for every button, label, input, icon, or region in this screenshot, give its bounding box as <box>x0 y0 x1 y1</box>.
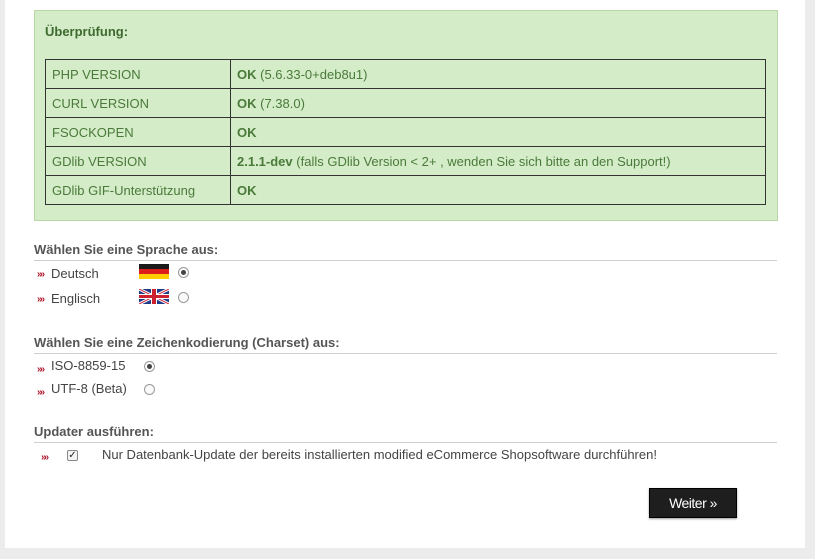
next-button[interactable]: Weiter » <box>649 488 737 518</box>
language-section-title: Wählen Sie eine Sprache aus: <box>34 242 777 261</box>
requirement-label: PHP VERSION <box>45 59 231 89</box>
german-flag-icon <box>139 264 169 279</box>
bullet-icon: »» <box>37 294 45 305</box>
charset-radio-iso[interactable] <box>144 361 155 372</box>
requirement-detail: (5.6.33-0+deb8u1) <box>260 66 368 82</box>
requirement-value: OK <box>230 117 766 147</box>
table-row: PHP VERSION OK (5.6.33-0+deb8u1) <box>45 59 766 89</box>
requirement-label: GDlib GIF-Unterstützung <box>45 175 231 205</box>
requirement-status: OK <box>237 124 257 140</box>
charset-option-label: UTF-8 (Beta) <box>51 381 127 396</box>
requirements-title: Überprüfung: <box>45 24 129 39</box>
db-update-label: Nur Datenbank-Update der bereits install… <box>102 447 657 462</box>
table-row: GDlib GIF-Unterstützung OK <box>45 175 766 205</box>
table-row: FSOCKOPEN OK <box>45 117 766 147</box>
requirement-status: OK <box>237 66 257 82</box>
requirements-table: PHP VERSION OK (5.6.33-0+deb8u1) CURL VE… <box>45 59 766 205</box>
charset-section-title: Wählen Sie eine Zeichenkodierung (Charse… <box>34 335 777 354</box>
table-row: GDlib VERSION 2.1.1-dev (falls GDlib Ver… <box>45 146 766 176</box>
requirement-label: FSOCKOPEN <box>45 117 231 147</box>
updater-section-title: Updater ausführen: <box>34 424 777 443</box>
requirement-value: OK (5.6.33-0+deb8u1) <box>230 59 766 89</box>
charset-option-label: ISO-8859-15 <box>51 358 126 373</box>
db-update-checkbox[interactable]: ✓ <box>67 450 78 461</box>
requirements-check-box: Überprüfung: PHP VERSION OK (5.6.33-0+de… <box>34 10 778 221</box>
requirement-value: OK <box>230 175 766 205</box>
requirement-status: 2.1.1-dev <box>237 153 293 169</box>
table-row: CURL VERSION OK (7.38.0) <box>45 88 766 118</box>
language-option-label: Deutsch <box>51 266 99 281</box>
language-radio-deutsch[interactable] <box>178 267 189 278</box>
requirement-detail: (falls GDlib Version < 2+ , wenden Sie s… <box>296 153 671 169</box>
language-option-label: Englisch <box>51 291 101 306</box>
requirement-detail: (7.38.0) <box>260 95 305 111</box>
requirement-status: OK <box>237 182 257 198</box>
requirement-value: OK (7.38.0) <box>230 88 766 118</box>
requirement-label: CURL VERSION <box>45 88 231 118</box>
bullet-icon: »» <box>37 269 45 280</box>
bullet-icon: »» <box>37 387 45 398</box>
charset-radio-utf8[interactable] <box>144 384 155 395</box>
requirement-label: GDlib VERSION <box>45 146 231 176</box>
language-radio-englisch[interactable] <box>178 292 189 303</box>
requirement-value: 2.1.1-dev (falls GDlib Version < 2+ , we… <box>230 146 766 176</box>
bullet-icon: »» <box>41 452 49 463</box>
installer-panel: Überprüfung: PHP VERSION OK (5.6.33-0+de… <box>5 0 805 548</box>
requirement-status: OK <box>237 95 257 111</box>
bullet-icon: »» <box>37 364 45 375</box>
uk-flag-icon <box>139 289 169 304</box>
